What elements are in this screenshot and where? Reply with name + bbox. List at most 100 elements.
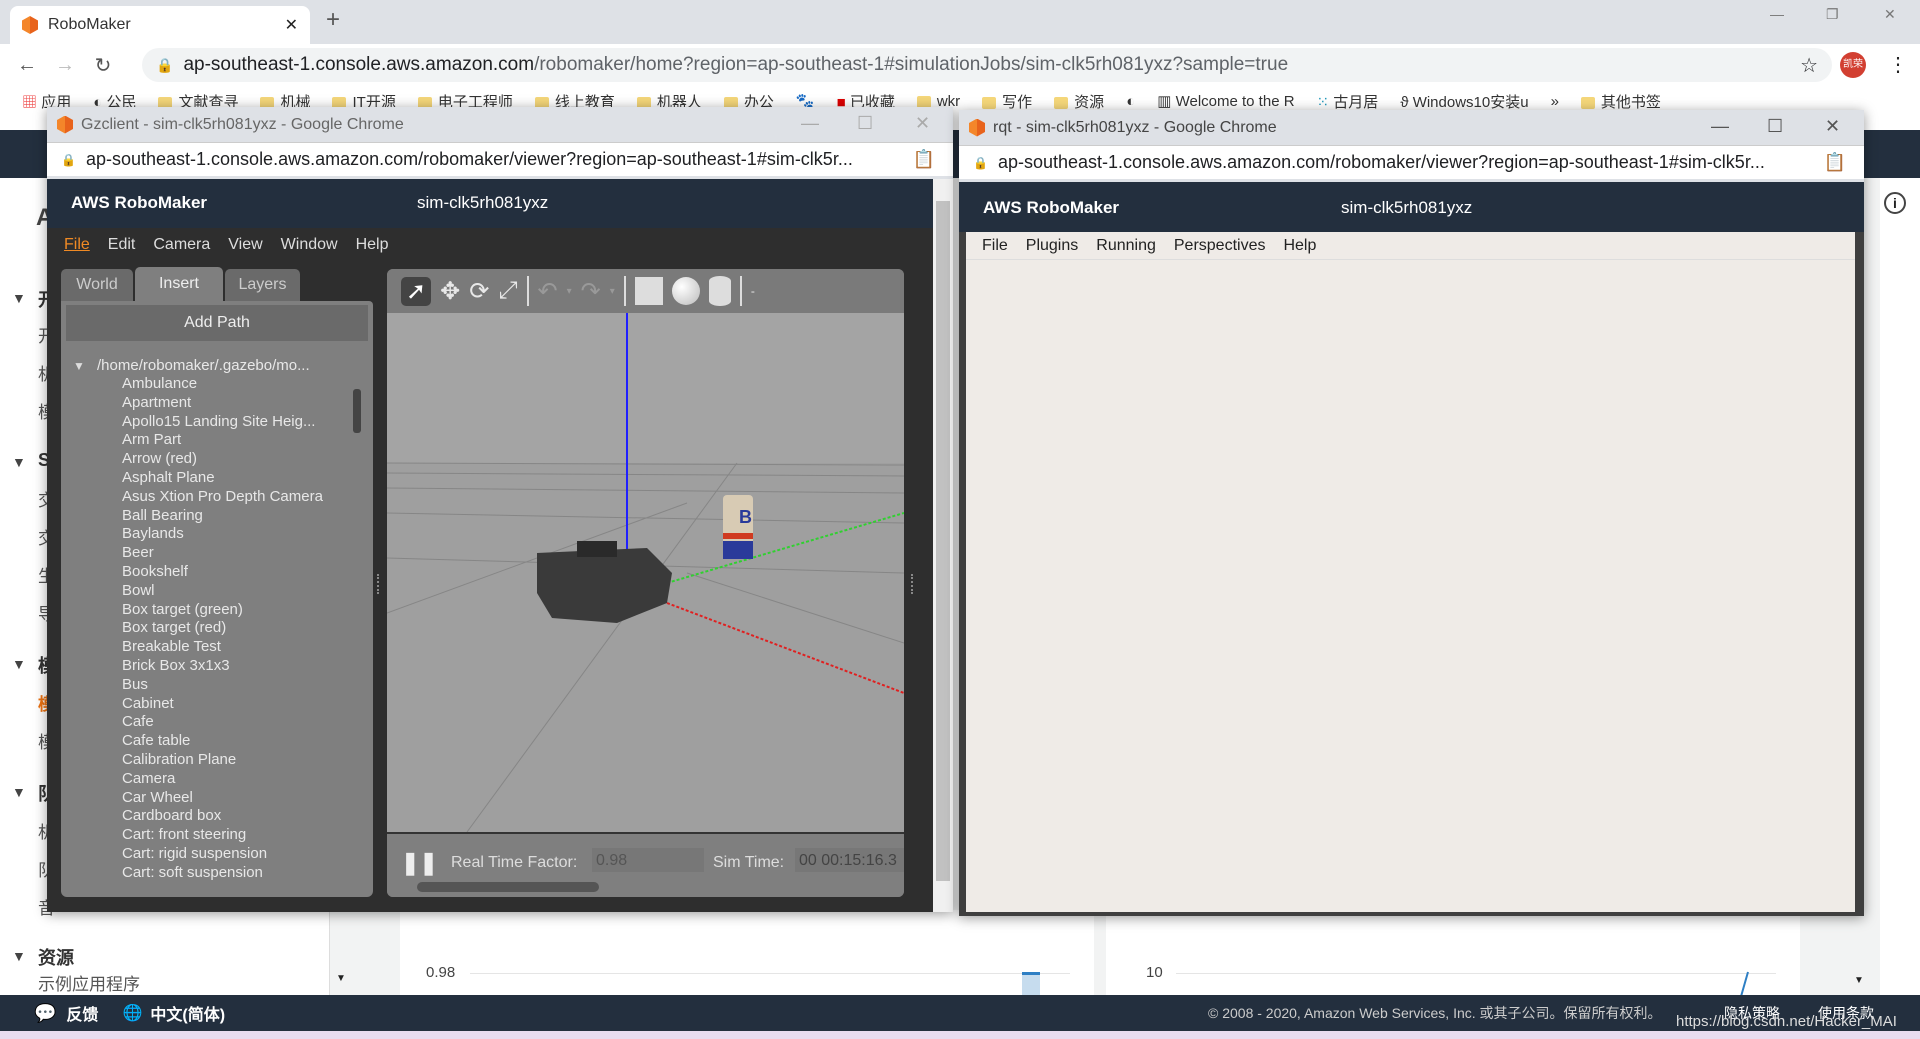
undo-icon[interactable]: ↶ bbox=[538, 277, 558, 306]
model-list-item[interactable]: Beer bbox=[122, 544, 154, 561]
page-scrollbar[interactable] bbox=[933, 179, 953, 912]
model-list-item[interactable]: Cart: rigid suspension bbox=[122, 845, 267, 862]
cylinder-shape-icon[interactable] bbox=[708, 276, 731, 306]
bookmark-item[interactable]: ϑ Windows10安装u bbox=[1400, 91, 1528, 112]
bookmark-item[interactable]: 资源 bbox=[1054, 91, 1104, 112]
bookmark-item[interactable]: ⁙ 古月居 bbox=[1317, 91, 1379, 112]
model-list-item[interactable]: Apartment bbox=[122, 394, 191, 411]
bookmark-item[interactable]: ◐ bbox=[1126, 93, 1135, 110]
model-list-item[interactable]: Baylands bbox=[122, 525, 184, 542]
clipboard-icon[interactable]: 📋 bbox=[913, 149, 935, 170]
menu-view[interactable]: View bbox=[228, 236, 262, 253]
model-list-item[interactable]: Car Wheel bbox=[122, 789, 193, 806]
collapse-icon[interactable]: ▼ bbox=[12, 784, 26, 800]
collapse-icon[interactable]: ▼ bbox=[12, 656, 26, 672]
model-list-item[interactable]: Brick Box 3x1x3 bbox=[122, 657, 230, 674]
model-list-item[interactable]: Asphalt Plane bbox=[122, 469, 215, 486]
close-tab-icon[interactable]: ✕ bbox=[285, 15, 298, 35]
minimize-icon[interactable]: — bbox=[801, 113, 819, 134]
scene-3d[interactable]: B bbox=[387, 313, 904, 832]
maximize-icon[interactable]: ☐ bbox=[1767, 116, 1783, 137]
sidebar-item[interactable]: 示例应用程序 bbox=[38, 970, 140, 995]
minimize-icon[interactable]: — bbox=[1770, 6, 1784, 22]
menu-file[interactable]: File bbox=[982, 237, 1008, 254]
model-list-item[interactable]: Bowl bbox=[122, 582, 155, 599]
profile-avatar[interactable]: 凯荣 bbox=[1840, 52, 1866, 78]
model-list-item[interactable]: Box target (red) bbox=[122, 619, 226, 636]
model-list-item[interactable]: Cafe table bbox=[122, 732, 190, 749]
close-icon[interactable]: ✕ bbox=[1825, 116, 1840, 137]
bookmark-star-icon[interactable]: ☆ bbox=[1800, 53, 1818, 78]
menu-file[interactable]: File bbox=[64, 236, 90, 253]
info-icon[interactable]: i bbox=[1884, 192, 1906, 214]
clipboard-icon[interactable]: 📋 bbox=[1824, 152, 1846, 173]
sidebar-section[interactable]: 资源 bbox=[38, 944, 74, 970]
tree-root-path[interactable]: /home/robomaker/.gazebo/mo... bbox=[97, 357, 310, 374]
minimize-icon[interactable]: — bbox=[1711, 116, 1729, 137]
model-list-item[interactable]: Camera bbox=[122, 770, 175, 787]
splitter-handle[interactable] bbox=[911, 574, 914, 594]
menu-kebab-icon[interactable]: ⋮ bbox=[1888, 52, 1908, 77]
model-list-item[interactable]: Breakable Test bbox=[122, 638, 221, 655]
menu-running[interactable]: Running bbox=[1096, 237, 1156, 254]
model-list-item[interactable]: Cabinet bbox=[122, 695, 174, 712]
new-tab-button[interactable]: + bbox=[326, 6, 340, 34]
add-path-button[interactable]: Add Path bbox=[66, 305, 368, 341]
close-icon[interactable]: ✕ bbox=[915, 113, 930, 134]
select-arrow-icon[interactable]: ➚ bbox=[401, 276, 432, 306]
translate-icon[interactable]: ✥ bbox=[440, 277, 460, 306]
model-list-item[interactable]: Bookshelf bbox=[122, 563, 188, 580]
browser-tab[interactable]: RoboMaker ✕ bbox=[10, 6, 310, 44]
collapse-icon[interactable]: ▼ bbox=[12, 948, 26, 964]
reload-icon[interactable]: ↻ bbox=[84, 53, 122, 78]
maximize-icon[interactable]: ☐ bbox=[857, 113, 873, 134]
menu-window[interactable]: Window bbox=[281, 236, 338, 253]
menu-perspectives[interactable]: Perspectives bbox=[1174, 237, 1266, 254]
rotate-icon[interactable]: ⟳ bbox=[469, 277, 489, 306]
model-list-item[interactable]: Cafe bbox=[122, 713, 154, 730]
model-list-item[interactable]: Ambulance bbox=[122, 375, 197, 392]
model-list-item[interactable]: Ball Bearing bbox=[122, 507, 203, 524]
model-list-item[interactable]: Calibration Plane bbox=[122, 751, 236, 768]
redo-icon[interactable]: ↷ bbox=[581, 277, 601, 306]
horizontal-scrollbar[interactable] bbox=[417, 882, 599, 892]
bookmarks-overflow[interactable]: » bbox=[1551, 93, 1559, 110]
bookmark-item[interactable]: 写作 bbox=[982, 91, 1032, 112]
model-list-item[interactable]: Arrow (red) bbox=[122, 450, 197, 467]
scale-icon[interactable]: ⤢ bbox=[498, 277, 517, 305]
model-list-item[interactable]: Cart: soft suspension bbox=[122, 864, 263, 881]
url-bar[interactable]: 🔒 ap-southeast-1.console.aws.amazon.com/… bbox=[959, 145, 1864, 179]
model-list-item[interactable]: Cart: front steering bbox=[122, 826, 246, 843]
menu-help[interactable]: Help bbox=[1283, 237, 1316, 254]
menu-help[interactable]: Help bbox=[356, 236, 389, 253]
menu-edit[interactable]: Edit bbox=[108, 236, 136, 253]
tab-world[interactable]: World bbox=[61, 269, 133, 301]
collapse-icon[interactable]: ▼ bbox=[12, 290, 26, 306]
bookmark-item[interactable]: 其他书签 bbox=[1580, 91, 1661, 112]
restore-icon[interactable]: ❐ bbox=[1826, 6, 1839, 23]
model-list-item[interactable]: Bus bbox=[122, 676, 148, 693]
menu-plugins[interactable]: Plugins bbox=[1026, 237, 1078, 254]
collapse-icon[interactable]: ▼ bbox=[12, 454, 26, 470]
model-list-item[interactable]: Arm Part bbox=[122, 431, 181, 448]
bookmark-item[interactable]: ▥ Welcome to the R bbox=[1157, 92, 1294, 110]
model-list-item[interactable]: Box target (green) bbox=[122, 601, 243, 618]
forward-icon[interactable]: → bbox=[46, 54, 84, 77]
model-list-item[interactable]: Asus Xtion Pro Depth Camera bbox=[122, 488, 323, 505]
model-list-item[interactable]: Apollo15 Landing Site Heig... bbox=[122, 413, 315, 430]
pause-icon[interactable]: ❚❚ bbox=[401, 850, 438, 876]
tab-layers[interactable]: Layers bbox=[225, 269, 300, 301]
url-input[interactable]: 🔒 ap-southeast-1.console.aws.amazon.com /… bbox=[142, 48, 1832, 82]
language-selector[interactable]: 中文(简体) bbox=[150, 1001, 225, 1025]
splitter-handle[interactable] bbox=[377, 574, 380, 594]
menu-camera[interactable]: Camera bbox=[153, 236, 210, 253]
url-bar[interactable]: 🔒 ap-southeast-1.console.aws.amazon.com/… bbox=[47, 142, 953, 176]
box-shape-icon[interactable] bbox=[634, 277, 663, 305]
toolbar-more[interactable]: - bbox=[751, 284, 755, 298]
sphere-shape-icon[interactable] bbox=[671, 277, 700, 305]
tab-insert[interactable]: Insert bbox=[135, 267, 223, 301]
tree-expand-icon[interactable]: ▼ bbox=[73, 359, 85, 373]
close-window-icon[interactable]: ✕ bbox=[1884, 6, 1896, 23]
model-list-item[interactable]: Cardboard box bbox=[122, 807, 221, 824]
page-scroll-down[interactable]: ▼ bbox=[1854, 975, 1864, 986]
